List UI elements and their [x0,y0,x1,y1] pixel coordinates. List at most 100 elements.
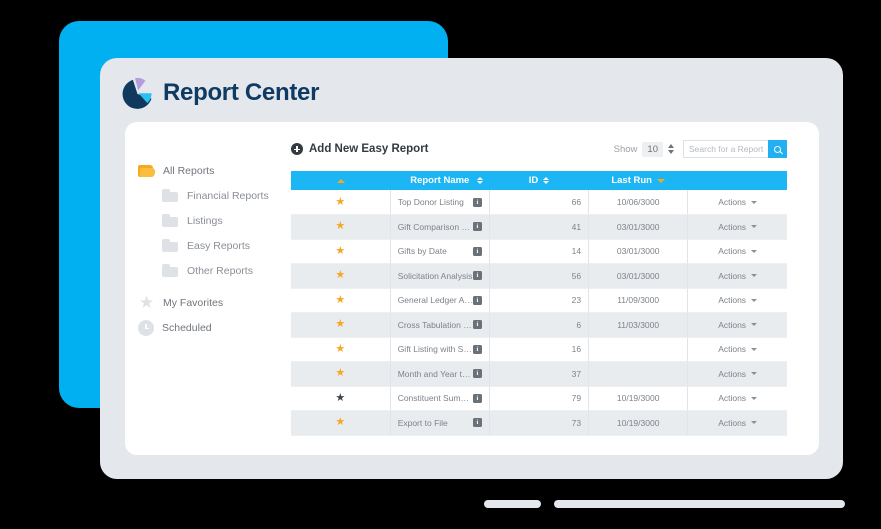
info-icon[interactable]: i [472,344,482,354]
column-header-id[interactable]: ID [489,171,589,190]
table-row[interactable]: ★ Export to File i 73 10/19/3000 Actions [291,410,787,436]
table-row[interactable]: ★ Constituent Summary i 79 10/19/3000 Actions [291,386,787,411]
favorite-cell[interactable]: ★ [291,337,391,362]
star-icon[interactable]: ★ [335,367,345,379]
actions-dropdown[interactable]: Actions [695,418,780,428]
column-header-last-run[interactable]: Last Run [588,171,688,190]
actions-cell[interactable]: Actions [687,337,787,362]
favorite-cell[interactable]: ★ [291,312,391,338]
actions-cell[interactable]: Actions [687,410,787,436]
star-icon[interactable]: ★ [335,269,345,281]
table-row[interactable]: ★ Gift Comparison by Time Periodi 4103/01/… [291,214,787,240]
table-row[interactable]: ★ Gifts by Date i 14 03/01/3000 Actions [291,239,787,264]
stepper-up-icon[interactable] [668,144,674,148]
actions-dropdown[interactable]: Actions [695,369,780,379]
star-icon[interactable]: ★ [335,245,345,257]
show-count-value[interactable]: 10 [642,141,663,157]
column-header-favorite[interactable] [291,171,391,190]
chevron-down-icon[interactable] [751,249,758,253]
actions-dropdown[interactable]: Actions [695,320,780,330]
table-row[interactable]: ★ Month and Year to Date Summary (Calenda… [291,361,787,387]
table-row[interactable]: ★ Solicitation Analysis i 56 03/01/3000 Actio… [291,263,787,289]
info-icon[interactable]: i [472,295,482,305]
favorite-cell[interactable]: ★ [291,361,391,387]
actions-dropdown[interactable]: Actions [695,197,780,207]
info-icon[interactable]: i [472,197,482,207]
chevron-down-icon[interactable] [751,396,758,400]
info-icon[interactable]: i [472,222,482,232]
chevron-down-icon[interactable] [751,421,758,425]
actions-dropdown[interactable]: Actions [695,344,780,354]
search-button[interactable] [768,140,787,158]
sidebar-item-my-favorites[interactable]: ★ My Favorites [138,290,283,315]
table-row[interactable]: ★Cross Tabulation Reporti611/03/3000Acti… [291,312,787,338]
actions-cell[interactable]: Actions [687,239,787,264]
star-icon[interactable]: ★ [335,392,345,404]
actions-cell[interactable]: Actions [687,312,787,338]
actions-cell[interactable]: Actions [687,361,787,387]
favorite-cell[interactable]: ★ [291,263,391,289]
actions-cell[interactable]: Actions [687,263,787,289]
actions-dropdown[interactable]: Actions [695,295,780,305]
sort-both-icon[interactable] [543,176,550,185]
report-name-cell[interactable]: Cross Tabulation Reporti [390,312,490,338]
actions-dropdown[interactable]: Actions [695,393,780,403]
chevron-down-icon[interactable] [751,200,758,204]
favorite-cell[interactable]: ★ [291,410,391,436]
column-header-report-name[interactable]: Report Name [390,171,490,190]
report-name-cell[interactable]: Solicitation Analysis i [390,263,490,289]
sidebar-item-all-reports[interactable]: All Reports [138,158,283,183]
star-icon[interactable]: ★ [335,416,345,428]
actions-cell[interactable]: Actions [687,190,787,215]
sidebar-item-easy-reports[interactable]: Easy Reports [138,233,283,258]
chevron-down-icon[interactable] [751,274,758,278]
search-input[interactable] [683,140,768,158]
report-name-cell[interactable]: Top Donor Listing i [390,190,490,215]
star-icon[interactable]: ★ [335,343,345,355]
favorite-cell[interactable]: ★ [291,288,391,313]
show-count-stepper[interactable] [668,144,674,154]
sort-both-icon[interactable] [477,176,484,185]
sidebar-item-financial-reports[interactable]: Financial Reports [138,183,283,208]
actions-cell[interactable]: Actions [687,386,787,411]
sidebar-item-scheduled[interactable]: Scheduled [138,315,283,340]
favorite-cell[interactable]: ★ [291,190,391,215]
chevron-down-icon[interactable] [751,347,758,351]
star-icon[interactable]: ★ [335,196,345,208]
sidebar-item-other-reports[interactable]: Other Reports [138,258,283,283]
chevron-down-icon[interactable] [751,298,758,302]
actions-cell[interactable]: Actions [687,214,787,240]
table-row[interactable]: ★ General Ledger Analysisi 2311/09/3000 Act… [291,288,787,313]
report-name-cell[interactable]: Gift Listing with Soft Creditsi [390,337,490,362]
add-new-easy-report-button[interactable]: Add New Easy Report [291,143,429,155]
favorite-cell[interactable]: ★ [291,214,391,240]
favorite-cell[interactable]: ★ [291,386,391,411]
actions-dropdown[interactable]: Actions [695,222,780,232]
star-icon[interactable]: ★ [335,220,345,232]
report-name-cell[interactable]: Constituent Summary i [390,386,490,411]
info-icon[interactable]: i [472,320,482,330]
star-icon[interactable]: ★ [335,318,345,330]
table-row[interactable]: ★ Gift Listing with Soft Creditsi 16 Action… [291,337,787,362]
actions-dropdown[interactable]: Actions [695,246,780,256]
info-icon[interactable]: i [472,418,482,428]
info-icon[interactable]: i [472,393,482,403]
actions-cell[interactable]: Actions [687,288,787,313]
info-icon[interactable]: i [472,369,482,379]
info-icon[interactable]: i [472,246,482,256]
star-icon[interactable]: ★ [335,294,345,306]
favorite-cell[interactable]: ★ [291,239,391,264]
stepper-down-icon[interactable] [668,150,674,154]
chevron-down-icon[interactable] [751,372,758,376]
info-icon[interactable]: i [472,271,482,281]
sidebar-item-listings[interactable]: Listings [138,208,283,233]
actions-dropdown[interactable]: Actions [695,271,780,281]
table-row[interactable]: ★ Top Donor Listing i 66 10/06/3000 Actions [291,190,787,215]
chevron-down-icon[interactable] [751,323,758,327]
report-name-cell[interactable]: Month and Year to Date Summary (Calendar… [390,361,490,387]
chevron-down-icon[interactable] [751,225,758,229]
report-name-cell[interactable]: Gift Comparison by Time Periodi [390,214,490,240]
report-name-cell[interactable]: General Ledger Analysisi [390,288,490,313]
report-name-cell[interactable]: Export to File i [390,410,490,436]
report-name-cell[interactable]: Gifts by Date i [390,239,490,264]
